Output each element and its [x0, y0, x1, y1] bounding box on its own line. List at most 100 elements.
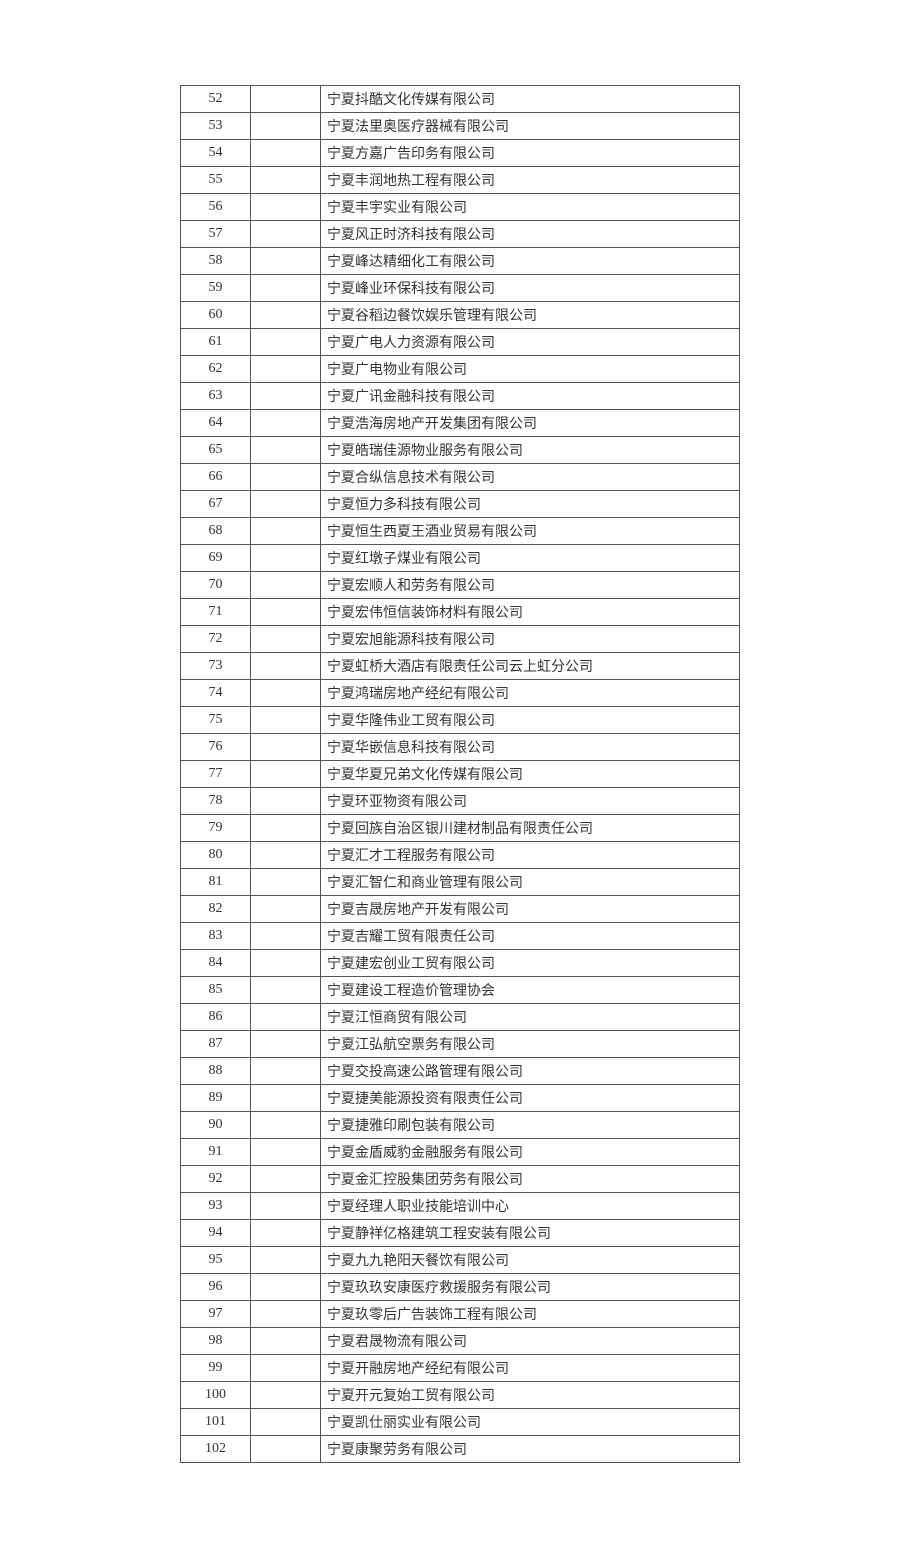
- company-name: 宁夏凯仕丽实业有限公司: [321, 1409, 740, 1436]
- row-index: 89: [181, 1085, 251, 1112]
- company-name: 宁夏经理人职业技能培训中心: [321, 1193, 740, 1220]
- row-blank: [251, 1085, 321, 1112]
- table-row: 87 宁夏江弘航空票务有限公司: [181, 1031, 740, 1058]
- table-row: 60宁夏谷稻边餐饮娱乐管理有限公司: [181, 302, 740, 329]
- row-blank: [251, 248, 321, 275]
- row-index: 79: [181, 815, 251, 842]
- table-row: 76宁夏华嵌信息科技有限公司: [181, 734, 740, 761]
- table-row: 71 宁夏宏伟恒信装饰材料有限公司: [181, 599, 740, 626]
- company-name: 宁夏恒生西夏王酒业贸易有限公司: [321, 518, 740, 545]
- row-blank: [251, 167, 321, 194]
- row-index: 97: [181, 1301, 251, 1328]
- row-index: 66: [181, 464, 251, 491]
- row-blank: [251, 788, 321, 815]
- company-name: 宁夏广电人力资源有限公司: [321, 329, 740, 356]
- row-blank: [251, 518, 321, 545]
- table-row: 58宁夏峰达精细化工有限公司: [181, 248, 740, 275]
- table-row: 85 宁夏建设工程造价管理协会: [181, 977, 740, 1004]
- table-row: 56宁夏丰宇实业有限公司: [181, 194, 740, 221]
- row-index: 76: [181, 734, 251, 761]
- row-index: 87: [181, 1031, 251, 1058]
- table-row: 67宁夏恒力多科技有限公司: [181, 491, 740, 518]
- table-row: 94宁夏静祥亿格建筑工程安装有限公司: [181, 1220, 740, 1247]
- table-row: 83宁夏吉耀工贸有限责任公司: [181, 923, 740, 950]
- table-row: 84 宁夏建宏创业工贸有限公司: [181, 950, 740, 977]
- row-index: 84: [181, 950, 251, 977]
- table-row: 81宁夏汇智仁和商业管理有限公司: [181, 869, 740, 896]
- row-index: 54: [181, 140, 251, 167]
- table-row: 74宁夏鸿瑞房地产经纪有限公司: [181, 680, 740, 707]
- row-index: 71: [181, 599, 251, 626]
- row-index: 53: [181, 113, 251, 140]
- company-name: 宁夏鸿瑞房地产经纪有限公司: [321, 680, 740, 707]
- table-row: 57 宁夏风正时济科技有限公司: [181, 221, 740, 248]
- row-index: 55: [181, 167, 251, 194]
- table-row: 64宁夏浩海房地产开发集团有限公司: [181, 410, 740, 437]
- table-row: 91宁夏金盾威豹金融服务有限公司: [181, 1139, 740, 1166]
- row-blank: [251, 1031, 321, 1058]
- row-blank: [251, 869, 321, 896]
- table-row: 54 宁夏方嘉广告印务有限公司: [181, 140, 740, 167]
- table-row: 73 宁夏虹桥大酒店有限责任公司云上虹分公司: [181, 653, 740, 680]
- row-blank: [251, 221, 321, 248]
- company-name: 宁夏九九艳阳天餐饮有限公司: [321, 1247, 740, 1274]
- row-blank: [251, 1328, 321, 1355]
- row-index: 64: [181, 410, 251, 437]
- row-blank: [251, 977, 321, 1004]
- company-name: 宁夏环亚物资有限公司: [321, 788, 740, 815]
- company-name: 宁夏峰达精细化工有限公司: [321, 248, 740, 275]
- company-name: 宁夏开元复始工贸有限公司: [321, 1382, 740, 1409]
- company-name: 宁夏丰宇实业有限公司: [321, 194, 740, 221]
- table-row: 80宁夏汇才工程服务有限公司: [181, 842, 740, 869]
- row-index: 57: [181, 221, 251, 248]
- table-row: 52宁夏抖酷文化传媒有限公司: [181, 86, 740, 113]
- company-name: 宁夏建宏创业工贸有限公司: [321, 950, 740, 977]
- company-name: 宁夏广电物业有限公司: [321, 356, 740, 383]
- company-name: 宁夏开融房地产经纪有限公司: [321, 1355, 740, 1382]
- table-row: 69宁夏红墩子煤业有限公司: [181, 545, 740, 572]
- row-blank: [251, 1436, 321, 1463]
- company-name: 宁夏虹桥大酒店有限责任公司云上虹分公司: [321, 653, 740, 680]
- row-blank: [251, 950, 321, 977]
- row-index: 100: [181, 1382, 251, 1409]
- company-table: 52宁夏抖酷文化传媒有限公司53宁夏法里奥医疗器械有限公司54宁夏方嘉广告印务有…: [180, 85, 740, 1463]
- row-index: 85: [181, 977, 251, 1004]
- row-index: 82: [181, 896, 251, 923]
- row-blank: [251, 356, 321, 383]
- company-name: 宁夏合纵信息技术有限公司: [321, 464, 740, 491]
- company-name: 宁夏建设工程造价管理协会: [321, 977, 740, 1004]
- row-index: 59: [181, 275, 251, 302]
- row-blank: [251, 86, 321, 113]
- row-blank: [251, 302, 321, 329]
- row-index: 94: [181, 1220, 251, 1247]
- row-index: 72: [181, 626, 251, 653]
- row-blank: [251, 140, 321, 167]
- company-name: 宁夏康聚劳务有限公司: [321, 1436, 740, 1463]
- row-index: 63: [181, 383, 251, 410]
- row-index: 73: [181, 653, 251, 680]
- company-name: 宁夏华夏兄弟文化传媒有限公司: [321, 761, 740, 788]
- row-blank: [251, 1058, 321, 1085]
- table-row: 59宁夏峰业环保科技有限公司: [181, 275, 740, 302]
- company-name: 宁夏江弘航空票务有限公司: [321, 1031, 740, 1058]
- company-name: 宁夏捷美能源投资有限责任公司: [321, 1085, 740, 1112]
- company-name: 宁夏金汇控股集团劳务有限公司: [321, 1166, 740, 1193]
- table-row: 100 宁夏开元复始工贸有限公司: [181, 1382, 740, 1409]
- table-row: 70宁夏宏顺人和劳务有限公司: [181, 572, 740, 599]
- row-blank: [251, 1355, 321, 1382]
- company-name: 宁夏捷雅印刷包装有限公司: [321, 1112, 740, 1139]
- row-blank: [251, 275, 321, 302]
- row-index: 80: [181, 842, 251, 869]
- row-index: 62: [181, 356, 251, 383]
- table-row: 75宁夏华隆伟业工贸有限公司: [181, 707, 740, 734]
- table-row: 102宁夏康聚劳务有限公司: [181, 1436, 740, 1463]
- row-blank: [251, 626, 321, 653]
- company-name: 宁夏君晟物流有限公司: [321, 1328, 740, 1355]
- table-row: 77宁夏华夏兄弟文化传媒有限公司: [181, 761, 740, 788]
- company-name: 宁夏风正时济科技有限公司: [321, 221, 740, 248]
- row-index: 60: [181, 302, 251, 329]
- row-index: 61: [181, 329, 251, 356]
- company-name: 宁夏宏伟恒信装饰材料有限公司: [321, 599, 740, 626]
- row-index: 75: [181, 707, 251, 734]
- company-name: 宁夏方嘉广告印务有限公司: [321, 140, 740, 167]
